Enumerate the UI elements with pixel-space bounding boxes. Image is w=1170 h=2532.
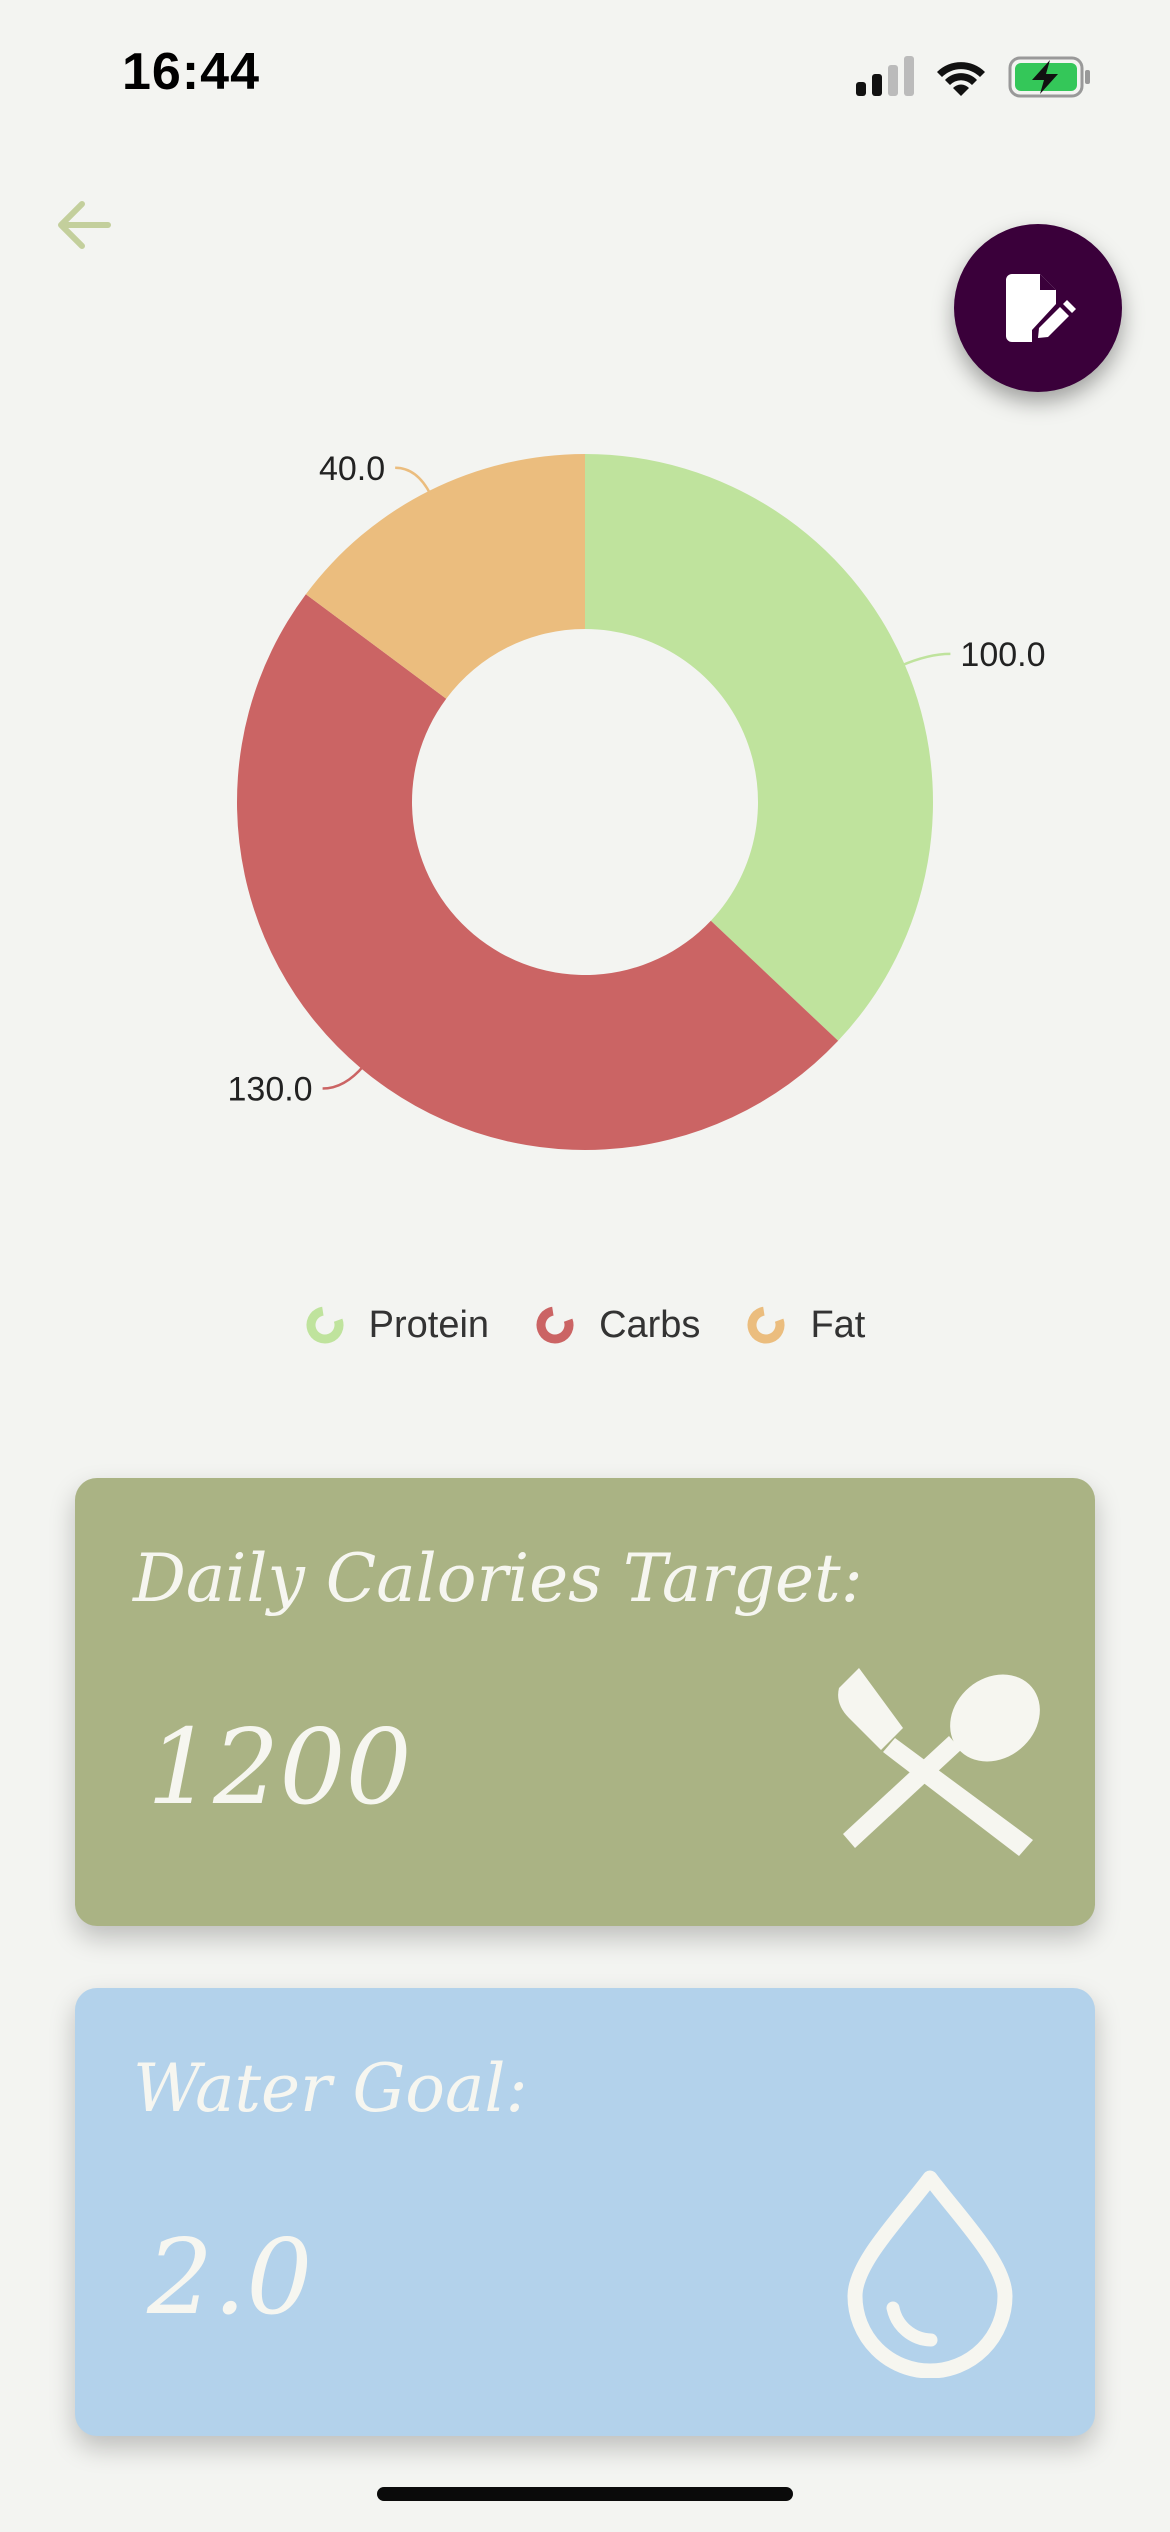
calories-card-value: 1200 xyxy=(147,1706,412,1828)
water-card-title: Water Goal: xyxy=(133,2050,528,2127)
arrow-left-icon xyxy=(58,201,111,249)
donut-slice-protein xyxy=(585,454,934,1041)
legend-label: Carbs xyxy=(599,1303,701,1346)
back-button[interactable] xyxy=(50,190,120,260)
legend-label: Fat xyxy=(810,1303,866,1346)
label-leader-line xyxy=(322,1064,365,1090)
status-icons xyxy=(856,56,1090,98)
status-bar: 16:44 xyxy=(0,0,1170,150)
battery-charging-icon xyxy=(1008,56,1090,98)
cellular-signal-icon xyxy=(856,56,914,96)
slice-value-label: 40.0 xyxy=(319,450,385,488)
legend-item-fat: Fat xyxy=(746,1304,865,1347)
legend-item-carbs: Carbs xyxy=(535,1304,700,1347)
legend-label: Protein xyxy=(368,1303,490,1346)
edit-button[interactable] xyxy=(954,224,1122,392)
home-indicator xyxy=(377,2487,793,2501)
legend-donut-icon xyxy=(536,1306,574,1344)
calories-card-title: Daily Calories Target: xyxy=(133,1540,863,1617)
slice-value-label: 100.0 xyxy=(960,636,1045,674)
slice-value-label: 130.0 xyxy=(228,1071,313,1109)
legend-donut-icon xyxy=(306,1306,344,1344)
water-card-value: 2.0 xyxy=(147,2216,313,2338)
macro-donut-chart: 100.0 130.0 40.0 xyxy=(228,450,1046,1151)
legend-item-protein: Protein xyxy=(305,1304,489,1347)
water-drop-icon xyxy=(847,2170,1013,2378)
fork-spoon-icon xyxy=(838,1668,1040,1856)
water-goal-card[interactable]: Water Goal: 2.0 xyxy=(75,1988,1095,2436)
chart-legend: Protein Carbs Fat xyxy=(0,1295,1170,1355)
label-leader-line xyxy=(395,466,432,496)
calories-target-card[interactable]: Daily Calories Target: 1200 xyxy=(75,1478,1095,1926)
label-leader-line xyxy=(900,652,951,667)
edit-document-icon xyxy=(1006,274,1076,342)
wifi-icon xyxy=(937,62,985,96)
status-time: 16:44 xyxy=(122,43,260,101)
legend-donut-icon xyxy=(747,1306,785,1344)
